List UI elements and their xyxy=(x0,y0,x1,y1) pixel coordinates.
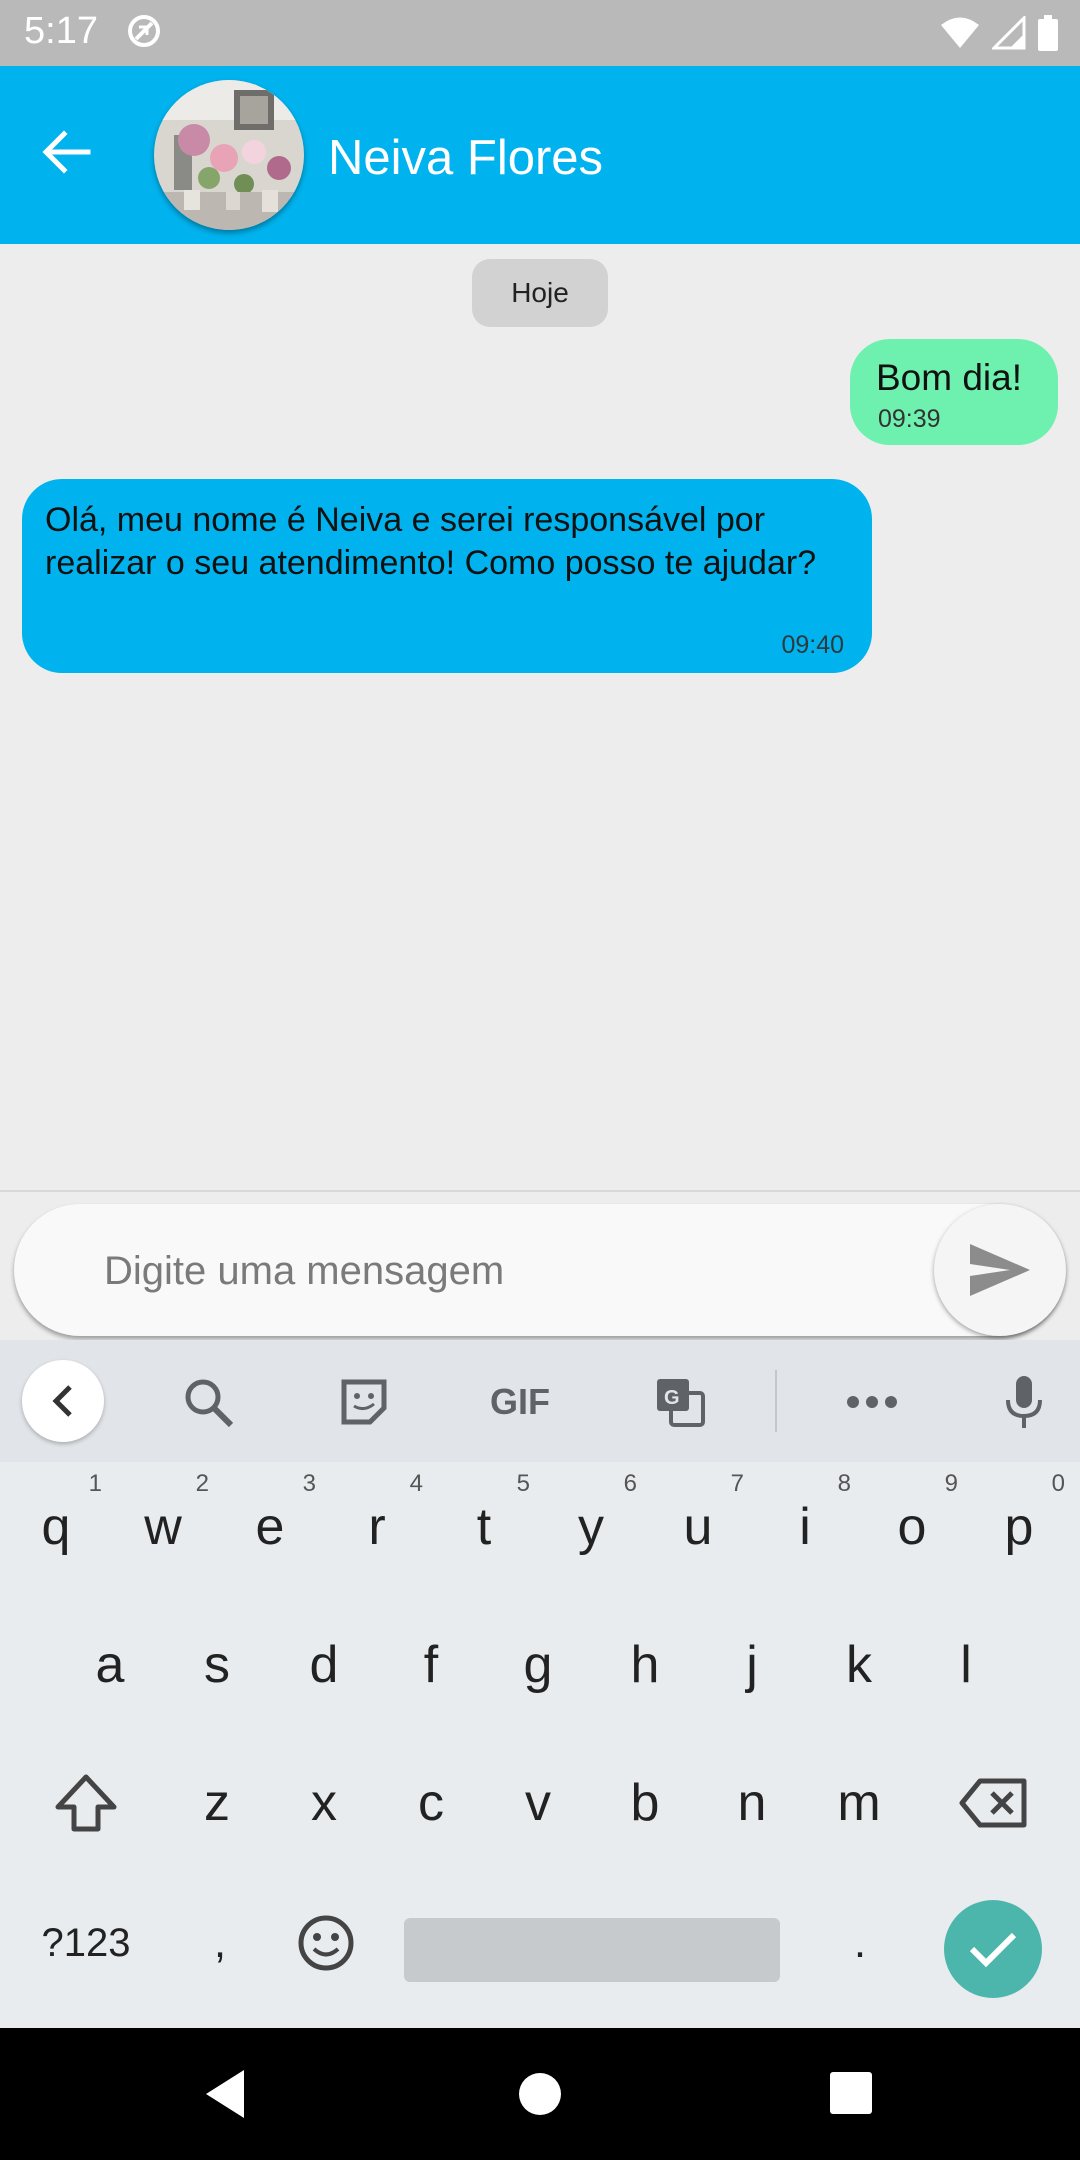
signal-icon xyxy=(992,16,1026,50)
key-j[interactable]: j xyxy=(700,1610,804,1720)
message-input[interactable] xyxy=(102,1238,926,1304)
chat-area: Hoje Bom dia! 09:39 Olá, meu nome é Neiv… xyxy=(0,244,1080,1190)
collapse-toolbar-button[interactable] xyxy=(22,1360,104,1442)
search-button[interactable] xyxy=(172,1366,244,1438)
more-options-button[interactable] xyxy=(836,1366,908,1438)
voice-input-button[interactable] xyxy=(988,1366,1060,1438)
key-h[interactable]: h xyxy=(593,1610,697,1720)
key-b[interactable]: b xyxy=(593,1748,697,1858)
key-n[interactable]: n xyxy=(700,1748,804,1858)
contact-name[interactable]: Neiva Flores xyxy=(328,130,603,186)
key-a[interactable]: a xyxy=(58,1610,162,1720)
data-saver-icon xyxy=(128,15,160,47)
status-bar: 5:17 xyxy=(0,0,1080,66)
emoji-key[interactable] xyxy=(278,1888,374,1998)
translate-button[interactable]: G xyxy=(644,1366,716,1438)
message-time: 09:40 xyxy=(781,631,844,659)
key-x[interactable]: x xyxy=(272,1748,376,1858)
key-g[interactable]: g xyxy=(486,1610,590,1720)
composer-bar xyxy=(0,1190,1080,1342)
key-r[interactable]: r4 xyxy=(325,1470,429,1582)
message-time: 09:39 xyxy=(878,405,941,433)
battery-icon xyxy=(1038,15,1058,51)
key-i[interactable]: i8 xyxy=(753,1470,857,1582)
key-c[interactable]: c xyxy=(379,1748,483,1858)
key-f[interactable]: f xyxy=(379,1610,483,1720)
key-s[interactable]: s xyxy=(165,1610,269,1720)
key-z[interactable]: z xyxy=(165,1748,269,1858)
translate-icon: G xyxy=(657,1379,705,1427)
sticker-icon xyxy=(341,1379,387,1425)
wifi-icon xyxy=(941,17,979,48)
key-q[interactable]: q1 xyxy=(4,1470,108,1582)
period-key[interactable]: . xyxy=(810,1888,910,1998)
key-k[interactable]: k xyxy=(807,1610,911,1720)
status-time: 5:17 xyxy=(24,10,98,52)
message-text: Bom dia! xyxy=(876,357,1023,398)
shift-icon xyxy=(55,1774,117,1832)
message-text: Olá, meu nome é Neiva e serei responsáve… xyxy=(45,501,817,582)
sticker-button[interactable] xyxy=(328,1366,400,1438)
send-button[interactable] xyxy=(934,1204,1066,1336)
send-icon xyxy=(970,1244,1030,1296)
more-horizontal-icon xyxy=(847,1396,897,1408)
incoming-message[interactable]: Olá, meu nome é Neiva e serei responsáve… xyxy=(22,479,872,673)
key-d[interactable]: d xyxy=(272,1610,376,1720)
message-input-container xyxy=(14,1204,1066,1336)
app-bar: Neiva Flores xyxy=(0,66,1080,244)
shift-key[interactable] xyxy=(30,1748,142,1858)
search-icon xyxy=(185,1379,234,1428)
svg-text:G: G xyxy=(664,1387,680,1409)
symbols-key[interactable]: ?123 xyxy=(18,1888,154,1998)
nav-recents-icon[interactable] xyxy=(830,2072,872,2114)
soft-keyboard: GIF G q1 w2 e3 r4 t5 y6 u7 i8 o9 p0 a s … xyxy=(0,1340,1080,2028)
key-p[interactable]: p0 xyxy=(967,1470,1071,1582)
key-l[interactable]: l xyxy=(914,1610,1018,1720)
comma-key[interactable]: , xyxy=(170,1888,270,1998)
date-chip: Hoje xyxy=(472,259,608,327)
status-icons xyxy=(940,14,1058,52)
backspace-icon xyxy=(959,1778,1027,1828)
contact-avatar[interactable] xyxy=(154,80,304,230)
gif-button[interactable]: GIF xyxy=(484,1366,556,1438)
flower-shop-photo xyxy=(154,80,304,230)
checkmark-icon xyxy=(969,1932,1017,1968)
key-o[interactable]: o9 xyxy=(860,1470,964,1582)
enter-key[interactable] xyxy=(944,1900,1042,1998)
key-y[interactable]: y6 xyxy=(539,1470,643,1582)
toolbar-divider xyxy=(775,1370,777,1432)
emoji-icon xyxy=(298,1915,354,1971)
backspace-key[interactable] xyxy=(938,1748,1050,1858)
key-w[interactable]: w2 xyxy=(111,1470,215,1582)
nav-home-icon[interactable] xyxy=(518,2072,562,2116)
nav-back-icon[interactable] xyxy=(204,2068,248,2120)
key-v[interactable]: v xyxy=(486,1748,590,1858)
keyboard-toolbar: GIF G xyxy=(0,1340,1080,1462)
microphone-icon xyxy=(1006,1376,1042,1428)
chevron-left-icon xyxy=(52,1385,72,1417)
outgoing-message[interactable]: Bom dia! 09:39 xyxy=(850,339,1058,445)
key-m[interactable]: m xyxy=(807,1748,911,1858)
space-bar[interactable] xyxy=(404,1918,780,1982)
back-arrow-icon[interactable] xyxy=(40,126,92,178)
key-u[interactable]: u7 xyxy=(646,1470,750,1582)
system-nav-bar xyxy=(0,2028,1080,2160)
key-t[interactable]: t5 xyxy=(432,1470,536,1582)
key-e[interactable]: e3 xyxy=(218,1470,322,1582)
